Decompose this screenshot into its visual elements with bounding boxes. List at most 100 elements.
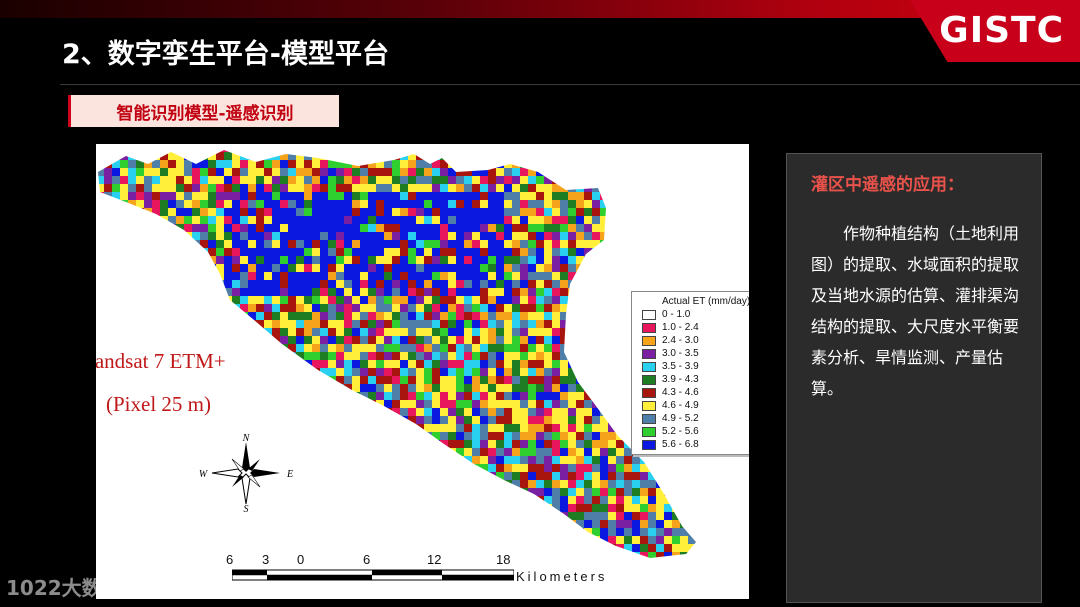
- raster-cell: [344, 400, 352, 408]
- raster-cell: [584, 200, 592, 208]
- raster-cell: [576, 160, 584, 168]
- raster-cell: [488, 208, 496, 216]
- raster-cell: [600, 248, 608, 256]
- raster-cell: [512, 400, 520, 408]
- raster-cell: [464, 440, 472, 448]
- raster-cell: [496, 504, 504, 512]
- raster-cell: [208, 208, 216, 216]
- raster-cell: [656, 512, 664, 520]
- raster-cell: [288, 312, 296, 320]
- raster-cell: [432, 504, 440, 512]
- raster-cell: [600, 192, 608, 200]
- raster-cell: [240, 520, 248, 528]
- raster-cell: [584, 288, 592, 296]
- raster-cell: [608, 512, 616, 520]
- raster-cell: [440, 256, 448, 264]
- raster-cell: [352, 272, 360, 280]
- raster-cell: [440, 488, 448, 496]
- raster-cell: [664, 504, 672, 512]
- raster-cell: [368, 296, 376, 304]
- raster-cell: [312, 520, 320, 528]
- raster-cell: [520, 488, 528, 496]
- raster-cell: [352, 296, 360, 304]
- raster-cell: [512, 368, 520, 376]
- raster-cell: [432, 224, 440, 232]
- raster-cell: [528, 424, 536, 432]
- raster-cell: [344, 152, 352, 160]
- raster-cell: [360, 336, 368, 344]
- raster-cell: [392, 280, 400, 288]
- raster-cell: [656, 272, 664, 280]
- raster-cell: [456, 536, 464, 544]
- raster-cell: [496, 328, 504, 336]
- raster-cell: [312, 200, 320, 208]
- raster-cell: [608, 176, 616, 184]
- raster-cell: [98, 176, 104, 184]
- raster-cell: [208, 216, 216, 224]
- raster-cell: [256, 216, 264, 224]
- raster-cell: [272, 408, 280, 416]
- raster-cell: [584, 384, 592, 392]
- raster-cell: [584, 360, 592, 368]
- raster-cell: [392, 224, 400, 232]
- raster-cell: [392, 424, 400, 432]
- raster-cell: [608, 168, 616, 176]
- raster-cell: [344, 248, 352, 256]
- raster-cell: [320, 424, 328, 432]
- raster-cell: [184, 520, 192, 528]
- raster-cell: [464, 192, 472, 200]
- raster-cell: [176, 544, 184, 552]
- raster-cell: [432, 408, 440, 416]
- raster-cell: [384, 504, 392, 512]
- raster-cell: [280, 360, 288, 368]
- raster-cell: [432, 512, 440, 520]
- raster-cell: [304, 272, 312, 280]
- raster-cell: [680, 488, 688, 496]
- raster-cell: [376, 400, 384, 408]
- raster-cell: [304, 432, 312, 440]
- raster-cell: [488, 552, 496, 558]
- raster-cell: [576, 552, 584, 558]
- raster-cell: [352, 208, 360, 216]
- raster-cell: [136, 472, 144, 480]
- raster-cell: [200, 512, 208, 520]
- raster-cell: [112, 504, 120, 512]
- raster-cell: [480, 504, 488, 512]
- raster-cell: [280, 160, 288, 168]
- raster-cell: [264, 344, 272, 352]
- raster-cell: [488, 328, 496, 336]
- raster-cell: [608, 424, 616, 432]
- raster-cell: [616, 240, 624, 248]
- raster-cell: [664, 160, 672, 168]
- raster-cell: [528, 248, 536, 256]
- raster-cell: [536, 280, 544, 288]
- raster-cell: [176, 304, 184, 312]
- raster-cell: [98, 504, 104, 512]
- raster-cell: [424, 264, 432, 272]
- raster-cell: [704, 552, 712, 560]
- raster-cell: [98, 424, 104, 432]
- raster-cell: [184, 552, 192, 558]
- raster-cell: [592, 296, 600, 304]
- raster-cell: [496, 448, 504, 456]
- raster-cell: [616, 464, 624, 472]
- raster-cell: [528, 368, 536, 376]
- raster-cell: [176, 480, 184, 488]
- raster-cell: [656, 216, 664, 224]
- raster-cell: [512, 328, 520, 336]
- raster-cell: [560, 240, 568, 248]
- raster-cell: [448, 168, 456, 176]
- raster-cell: [432, 256, 440, 264]
- raster-cell: [568, 496, 576, 504]
- raster-cell: [408, 456, 416, 464]
- raster-cell: [232, 232, 240, 240]
- raster-cell: [648, 216, 656, 224]
- raster-cell: [520, 344, 528, 352]
- raster-cell: [112, 304, 120, 312]
- raster-cell: [360, 496, 368, 504]
- raster-cell: [184, 536, 192, 544]
- raster-cell: [608, 384, 616, 392]
- raster-cell: [376, 560, 384, 568]
- raster-cell: [264, 256, 272, 264]
- raster-cell: [256, 368, 264, 376]
